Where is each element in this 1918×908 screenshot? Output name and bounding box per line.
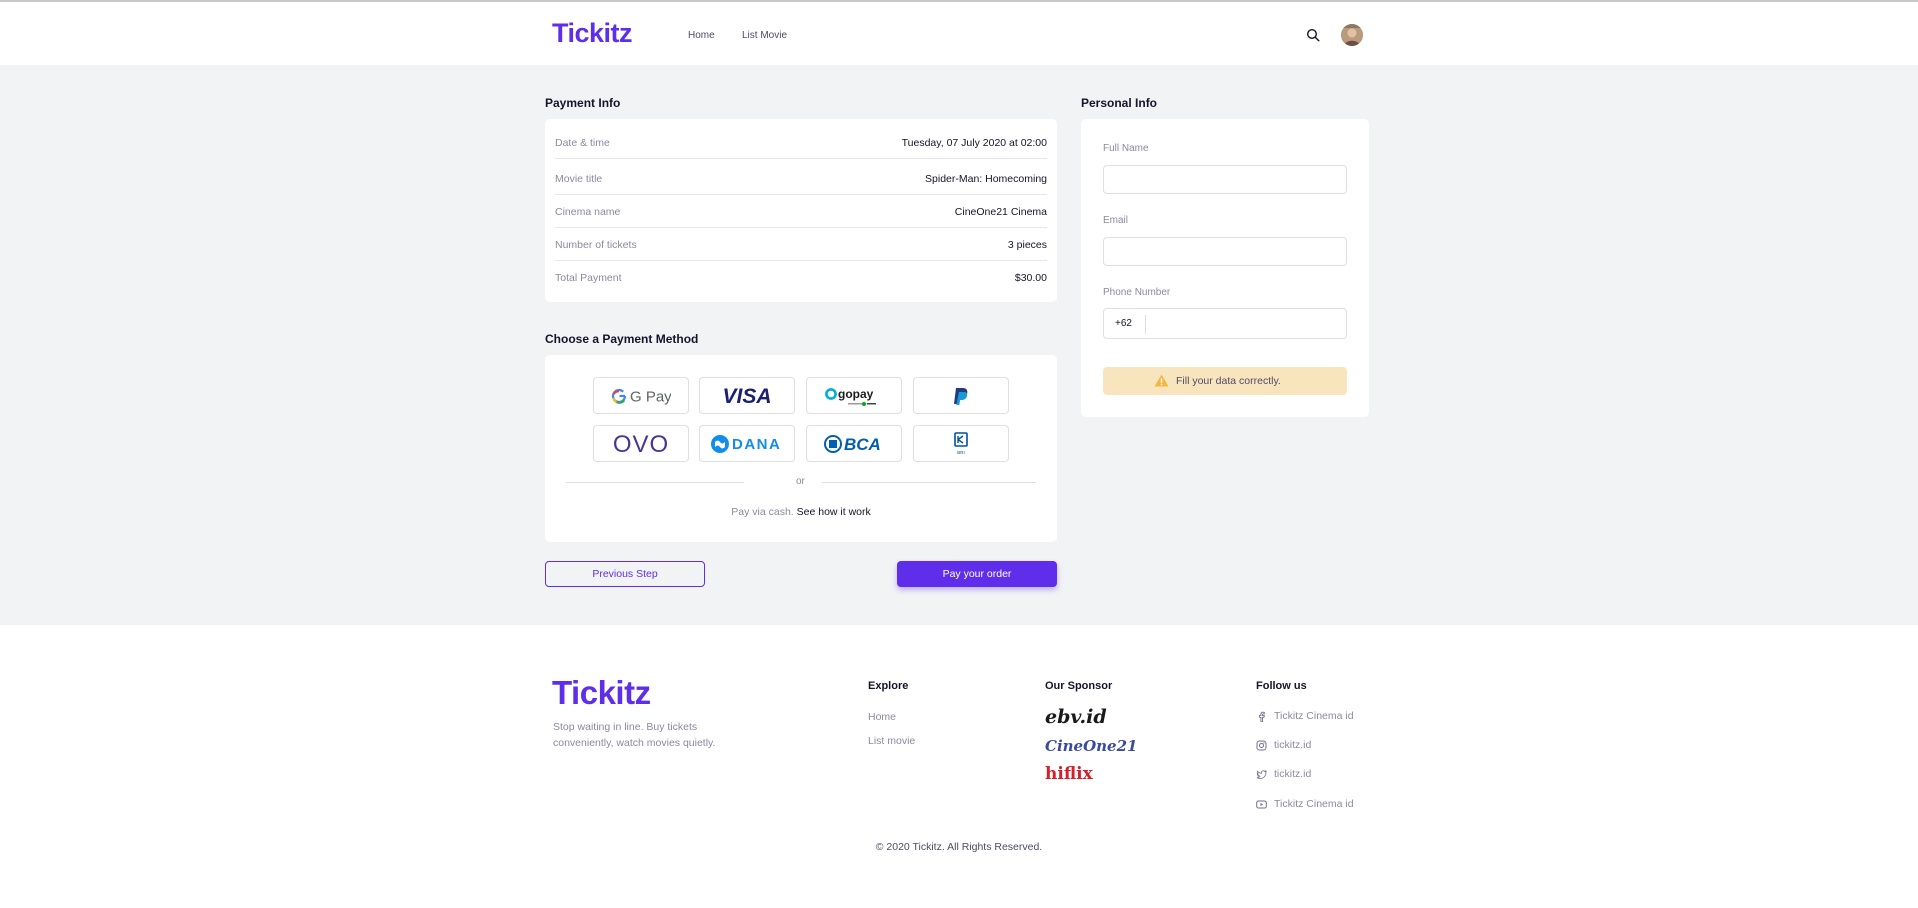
full-name-label: Full Name: [1103, 143, 1149, 154]
info-row-ticket-count: Number of tickets 3 pieces: [555, 228, 1047, 261]
info-label: Number of tickets: [555, 239, 637, 251]
payment-info-card: Date & time Tuesday, 07 July 2020 at 02:…: [545, 119, 1057, 302]
google-pay-text: G Pay: [630, 388, 671, 405]
email-input[interactable]: [1103, 237, 1347, 266]
payment-method-bca[interactable]: BCA: [806, 425, 902, 462]
nav-link-home[interactable]: Home: [688, 30, 715, 41]
payment-info-title: Payment Info: [545, 96, 621, 110]
social-twitter[interactable]: tickitz.id: [1256, 768, 1376, 782]
navbar: Tickitz Home List Movie: [0, 2, 1918, 65]
or-divider-text: or: [796, 476, 805, 487]
warning-icon: [1154, 374, 1169, 387]
phone-number-label: Phone Number: [1103, 287, 1171, 298]
payment-method-google-pay[interactable]: G Pay: [593, 377, 689, 414]
social-instagram[interactable]: tickitz.id: [1256, 739, 1376, 753]
social-label: tickitz.id: [1274, 739, 1312, 751]
full-name-input[interactable]: [1103, 165, 1347, 194]
tickitz-logo[interactable]: Tickitz: [552, 18, 633, 49]
dana-text: DANA: [732, 436, 781, 453]
follow-us-heading: Follow us: [1256, 680, 1307, 692]
copyright-text: © 2020 Tickitz. All Rights Reserved.: [875, 841, 1043, 853]
twitter-icon: [1256, 770, 1267, 779]
visa-logo: VISA: [722, 385, 771, 408]
divider-line-right: [822, 482, 1036, 483]
payment-method-visa[interactable]: VISA: [699, 377, 795, 414]
user-avatar[interactable]: [1341, 24, 1363, 46]
nav-link-list-movie[interactable]: List Movie: [742, 30, 787, 41]
footer-tagline: Stop waiting in line. Buy tickets conven…: [553, 721, 716, 749]
youtube-icon: [1256, 800, 1267, 809]
info-value: Tuesday, 07 July 2020 at 02:00: [901, 137, 1047, 149]
ovo-text: OVO: [613, 431, 669, 457]
payment-method-dana[interactable]: DANA: [699, 425, 795, 462]
sponsor-heading: Our Sponsor: [1045, 680, 1113, 692]
info-value: 3 pieces: [1007, 239, 1047, 251]
sponsor-hiflix-logo[interactable]: hiflix: [1045, 764, 1093, 784]
pay-order-button[interactable]: Pay your order: [897, 561, 1057, 587]
payment-method-ovo[interactable]: OVO: [593, 425, 689, 462]
divider-line-left: [566, 482, 744, 483]
info-row-datetime: Date & time Tuesday, 07 July 2020 at 02:…: [555, 126, 1047, 159]
instagram-icon: [1256, 740, 1267, 751]
search-icon[interactable]: [1306, 28, 1320, 42]
see-how-it-work-link[interactable]: See how it work: [797, 506, 871, 518]
paypal-icon: [954, 387, 968, 405]
info-value: CineOne21 Cinema: [954, 206, 1047, 218]
info-row-movie-title: Movie title Spider-Man: Homecoming: [555, 162, 1047, 195]
bca-logo: BCA: [824, 434, 881, 454]
personal-info-card: Full Name Email Phone Number +62 Fill yo…: [1081, 119, 1369, 417]
info-value: Spider-Man: Homecoming: [925, 173, 1047, 185]
social-label: Tickitz Cinema id: [1274, 798, 1354, 810]
phone-country-code: +62: [1115, 318, 1132, 329]
google-pay-logo: G Pay: [611, 388, 671, 405]
bri-logo: BRI: [954, 431, 968, 455]
email-label: Email: [1103, 215, 1129, 226]
info-row-total-payment: Total Payment $30.00: [555, 261, 1047, 294]
dana-logo: DANA: [711, 434, 781, 453]
phone-prefix-divider: [1145, 315, 1146, 334]
gopay-logo: gopay: [825, 387, 876, 406]
payment-method-bri[interactable]: BRI: [913, 425, 1009, 462]
footer-logo[interactable]: Tickitz: [552, 674, 651, 712]
payment-method-paypal[interactable]: [913, 377, 1009, 414]
bca-text: BCA: [844, 435, 881, 454]
phone-number-field: +62: [1103, 308, 1347, 339]
info-label: Total Payment: [555, 272, 622, 284]
payment-method-gopay[interactable]: gopay: [806, 377, 902, 414]
payment-method-card: G Pay VISA gopay OVO DANA BCA BRI or Pay…: [545, 355, 1057, 542]
social-label: Tickitz Cinema id: [1274, 710, 1354, 722]
info-value: $30.00: [1014, 272, 1047, 284]
footer-link-home[interactable]: Home: [868, 711, 896, 723]
warning-alert: Fill your data correctly.: [1103, 367, 1347, 395]
bri-text: BRI: [957, 450, 965, 455]
visa-text: VISA: [722, 385, 771, 408]
info-label: Cinema name: [555, 206, 621, 218]
social-facebook[interactable]: Tickitz Cinema id: [1256, 710, 1376, 724]
social-youtube[interactable]: Tickitz Cinema id: [1256, 798, 1376, 812]
gopay-text: gopay: [838, 387, 874, 401]
info-label: Date & time: [555, 137, 610, 149]
warning-text: Fill your data correctly.: [1176, 375, 1281, 387]
social-label: tickitz.id: [1274, 768, 1312, 780]
footer-link-list-movie[interactable]: List movie: [868, 735, 915, 747]
previous-step-button[interactable]: Previous Step: [545, 561, 705, 587]
payment-method-title: Choose a Payment Method: [545, 332, 699, 346]
facebook-icon: [1258, 711, 1265, 722]
pay-via-cash-text: Pay via cash.: [731, 506, 794, 518]
pay-via-cash: Pay via cash. See how it work: [545, 506, 1057, 518]
personal-info-title: Personal Info: [1081, 96, 1158, 110]
info-label: Movie title: [555, 173, 603, 185]
sponsor-cineone21-logo[interactable]: CineOne21: [1045, 737, 1137, 755]
explore-heading: Explore: [868, 680, 909, 692]
info-row-cinema-name: Cinema name CineOne21 Cinema: [555, 195, 1047, 228]
ovo-logo: OVO: [613, 431, 669, 457]
sponsor-ebvid-logo[interactable]: ebv.id: [1045, 706, 1107, 728]
phone-number-input[interactable]: [1148, 311, 1343, 336]
